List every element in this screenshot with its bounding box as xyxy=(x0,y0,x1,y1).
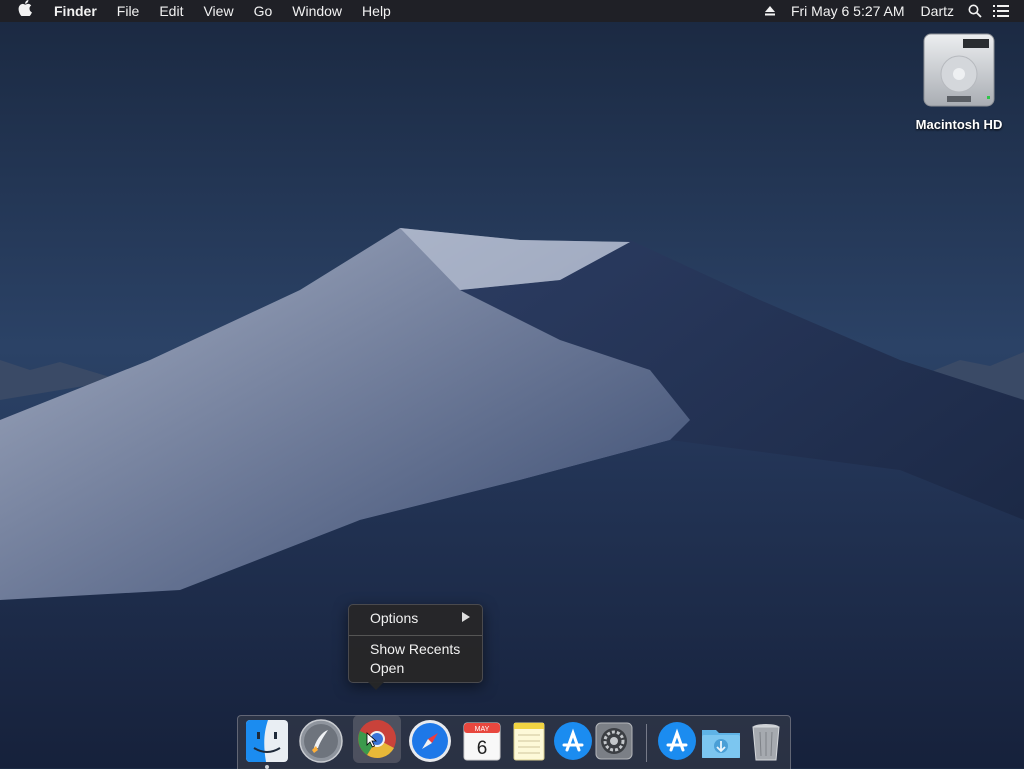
desktop-icon-label: Macintosh HD xyxy=(915,117,1003,132)
dock-app-store[interactable] xyxy=(550,718,596,764)
dock-calendar[interactable]: MAY 6 xyxy=(459,718,505,764)
context-menu-show-recents[interactable]: Show Recents xyxy=(370,641,460,657)
dock-system-preferences[interactable] xyxy=(591,718,637,764)
dock: MAY 6 xyxy=(237,715,791,769)
desktop-wallpaper xyxy=(0,0,1024,768)
calendar-day: 6 xyxy=(477,738,488,759)
menu-finder[interactable]: Finder xyxy=(44,0,107,22)
running-indicator xyxy=(265,765,269,769)
apple-menu-icon[interactable] xyxy=(0,0,44,23)
chrome-icon xyxy=(358,720,396,759)
system-preferences-icon xyxy=(595,722,633,760)
dock-safari[interactable] xyxy=(407,718,453,764)
app-store-icon xyxy=(554,722,592,760)
menu-view[interactable]: View xyxy=(193,0,243,22)
safari-icon xyxy=(409,720,451,762)
calendar-icon: MAY 6 xyxy=(463,722,501,761)
menu-bar: Finder File Edit View Go Window Help Fri… xyxy=(0,0,1024,22)
menu-file[interactable]: File xyxy=(107,0,150,22)
dock-divider xyxy=(646,724,647,762)
dock-launchpad[interactable] xyxy=(298,718,344,764)
notes-icon xyxy=(513,722,545,761)
menu-edit[interactable]: Edit xyxy=(149,0,193,22)
context-menu-options[interactable]: Options xyxy=(370,610,418,626)
app-store-icon xyxy=(658,722,696,760)
dock-app-store-recent[interactable] xyxy=(654,718,700,764)
spotlight-search-icon[interactable] xyxy=(962,0,988,22)
context-menu-separator xyxy=(349,635,482,636)
downloads-folder-icon xyxy=(702,730,740,758)
launchpad-icon xyxy=(299,719,343,763)
submenu-arrow-icon xyxy=(462,612,470,622)
context-menu-open[interactable]: Open xyxy=(370,660,404,676)
dock-chrome[interactable] xyxy=(353,715,401,763)
menu-clock[interactable]: Fri May 6 5:27 AM xyxy=(783,0,913,22)
hard-drive-icon xyxy=(904,30,1014,113)
menu-help[interactable]: Help xyxy=(352,0,401,22)
dock-context-menu: Options Show Recents Open xyxy=(348,604,483,690)
menu-window[interactable]: Window xyxy=(282,0,352,22)
dock-downloads[interactable] xyxy=(698,718,744,764)
dock-notes[interactable] xyxy=(506,718,552,764)
desktop-icon-macintosh-hd[interactable]: Macintosh HD xyxy=(904,30,1014,132)
calendar-month: MAY xyxy=(475,726,490,733)
eject-icon[interactable] xyxy=(757,0,783,22)
finder-icon xyxy=(246,720,288,762)
menu-user[interactable]: Dartz xyxy=(913,0,962,22)
dock-finder[interactable] xyxy=(244,718,290,769)
context-menu-pointer xyxy=(368,682,384,690)
trash-icon xyxy=(752,724,780,761)
menu-go[interactable]: Go xyxy=(244,0,283,22)
dock-trash[interactable] xyxy=(743,718,789,764)
notification-center-icon[interactable] xyxy=(988,0,1014,22)
